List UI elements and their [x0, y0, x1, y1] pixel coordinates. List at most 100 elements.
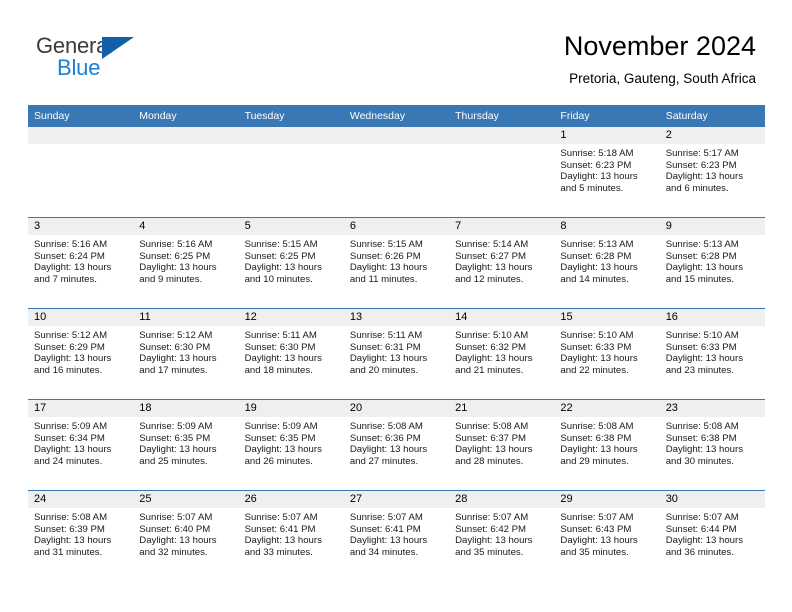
daylight-text-line1: Daylight: 13 hours [349, 262, 428, 274]
daylight-text-line1: Daylight: 13 hours [560, 171, 638, 183]
weekday-header-tuesday: Tuesday [238, 105, 344, 127]
weekday-header-thursday: Thursday [449, 105, 555, 127]
calendar-day-cell[interactable]: 25 Sunrise: 5:07 AM Sunset: 6:40 PM Dayl… [133, 490, 239, 581]
daylight-text-line1: Daylight: 13 hours [560, 535, 638, 547]
day-details [239, 144, 344, 148]
sunrise-text: Sunrise: 5:10 AM [560, 330, 634, 341]
calendar-day-cell[interactable]: 18 Sunrise: 5:09 AM Sunset: 6:35 PM Dayl… [133, 399, 239, 491]
sunrise-text: Sunrise: 5:09 AM [34, 421, 108, 432]
sunrise-text: Sunrise: 5:13 AM [560, 239, 634, 250]
calendar-body: 1 Sunrise: 5:18 AM Sunset: 6:23 PM Dayli… [28, 127, 765, 581]
day-number: 26 [238, 491, 344, 508]
calendar-day-cell[interactable]: 6 Sunrise: 5:15 AM Sunset: 6:26 PM Dayli… [343, 217, 450, 309]
sunrise-text: Sunrise: 5:07 AM [139, 512, 213, 523]
calendar-day-cell[interactable]: 2 Sunrise: 5:17 AM Sunset: 6:23 PM Dayli… [659, 127, 765, 218]
day-number: 24 [28, 491, 134, 508]
calendar-day-cell[interactable]: 11 Sunrise: 5:12 AM Sunset: 6:30 PM Dayl… [133, 308, 239, 400]
day-details [133, 144, 238, 148]
calendar-day-cell[interactable]: 13 Sunrise: 5:11 AM Sunset: 6:31 PM Dayl… [343, 308, 450, 400]
day-number: 19 [238, 400, 344, 417]
calendar-day-cell[interactable]: 27 Sunrise: 5:07 AM Sunset: 6:41 PM Dayl… [343, 490, 450, 581]
calendar-day-cell[interactable]: 28 Sunrise: 5:07 AM Sunset: 6:42 PM Dayl… [449, 490, 555, 581]
sunset-text: Sunset: 6:28 PM [665, 250, 737, 262]
calendar-day-cell[interactable]: 15 Sunrise: 5:10 AM Sunset: 6:33 PM Dayl… [554, 308, 660, 400]
sunset-text: Sunset: 6:38 PM [665, 432, 737, 444]
day-number: 8 [554, 218, 660, 235]
daylight-text-line2: and 26 minutes. [244, 455, 313, 467]
sunrise-text: Sunrise: 5:15 AM [349, 239, 423, 250]
calendar-day-cell[interactable]: 5 Sunrise: 5:15 AM Sunset: 6:25 PM Dayli… [238, 217, 344, 309]
calendar-day-cell[interactable]: 3 Sunrise: 5:16 AM Sunset: 6:24 PM Dayli… [28, 217, 134, 309]
calendar-day-cell[interactable]: 21 Sunrise: 5:08 AM Sunset: 6:37 PM Dayl… [449, 399, 555, 491]
daylight-text-line2: and 10 minutes. [244, 273, 313, 285]
daylight-text-line2: and 35 minutes. [560, 546, 629, 558]
calendar-day-cell[interactable]: 26 Sunrise: 5:07 AM Sunset: 6:41 PM Dayl… [238, 490, 344, 581]
calendar-day-cell[interactable] [238, 127, 344, 218]
calendar-day-cell[interactable]: 24 Sunrise: 5:08 AM Sunset: 6:39 PM Dayl… [28, 490, 134, 581]
calendar-day-cell[interactable]: 19 Sunrise: 5:09 AM Sunset: 6:35 PM Dayl… [238, 399, 344, 491]
sunset-text: Sunset: 6:30 PM [139, 341, 211, 353]
daylight-text-line2: and 6 minutes. [665, 182, 729, 194]
calendar-day-cell[interactable]: 1 Sunrise: 5:18 AM Sunset: 6:23 PM Dayli… [554, 127, 660, 218]
calendar-day-cell[interactable]: 29 Sunrise: 5:07 AM Sunset: 6:43 PM Dayl… [554, 490, 660, 581]
sunset-text: Sunset: 6:41 PM [244, 523, 316, 535]
sunset-text: Sunset: 6:31 PM [349, 341, 421, 353]
calendar-day-cell[interactable] [28, 127, 134, 218]
general-blue-logo[interactable]: General Blue [36, 33, 166, 83]
calendar-day-cell[interactable]: 8 Sunrise: 5:13 AM Sunset: 6:28 PM Dayli… [554, 217, 660, 309]
sunset-text: Sunset: 6:23 PM [560, 159, 632, 171]
calendar-week-row: 3 Sunrise: 5:16 AM Sunset: 6:24 PM Dayli… [28, 217, 765, 309]
day-details: Sunrise: 5:12 AM Sunset: 6:29 PM Dayligh… [28, 326, 133, 376]
sunrise-text: Sunrise: 5:07 AM [244, 512, 318, 523]
daylight-text-line2: and 20 minutes. [349, 364, 419, 376]
day-details: Sunrise: 5:07 AM Sunset: 6:41 PM Dayligh… [239, 508, 344, 558]
sunrise-text: Sunrise: 5:16 AM [139, 239, 213, 250]
daylight-text-line2: and 15 minutes. [665, 273, 734, 285]
day-number: 15 [554, 309, 660, 326]
day-details: Sunrise: 5:08 AM Sunset: 6:39 PM Dayligh… [28, 508, 133, 558]
calendar-day-cell[interactable] [449, 127, 555, 218]
calendar-day-cell[interactable]: 10 Sunrise: 5:12 AM Sunset: 6:29 PM Dayl… [28, 308, 134, 400]
calendar-day-cell[interactable]: 30 Sunrise: 5:07 AM Sunset: 6:44 PM Dayl… [659, 490, 765, 581]
day-number: 10 [28, 309, 134, 326]
weekday-header-monday: Monday [133, 105, 239, 127]
weekday-header-wednesday: Wednesday [343, 105, 450, 127]
daylight-text-line2: and 11 minutes. [349, 273, 418, 285]
sunrise-text: Sunrise: 5:12 AM [139, 330, 213, 341]
sunrise-text: Sunrise: 5:08 AM [349, 421, 423, 432]
day-details: Sunrise: 5:11 AM Sunset: 6:30 PM Dayligh… [239, 326, 344, 376]
day-number: 5 [238, 218, 344, 235]
calendar-day-cell[interactable]: 23 Sunrise: 5:08 AM Sunset: 6:38 PM Dayl… [659, 399, 765, 491]
calendar-day-cell[interactable]: 14 Sunrise: 5:10 AM Sunset: 6:32 PM Dayl… [449, 308, 555, 400]
daylight-text-line1: Daylight: 13 hours [244, 262, 322, 274]
sunrise-text: Sunrise: 5:14 AM [455, 239, 529, 250]
calendar-day-cell[interactable]: 17 Sunrise: 5:09 AM Sunset: 6:34 PM Dayl… [28, 399, 134, 491]
page-subtitle: Pretoria, Gauteng, South Africa [569, 71, 756, 86]
daylight-text-line1: Daylight: 13 hours [560, 262, 638, 274]
weekday-header-saturday: Saturday [659, 105, 765, 127]
day-details: Sunrise: 5:07 AM Sunset: 6:43 PM Dayligh… [554, 508, 659, 558]
daylight-text-line1: Daylight: 13 hours [665, 353, 744, 365]
calendar-day-cell[interactable]: 22 Sunrise: 5:08 AM Sunset: 6:38 PM Dayl… [554, 399, 660, 491]
daylight-text-line2: and 27 minutes. [349, 455, 419, 467]
day-number: 9 [659, 218, 765, 235]
sunrise-text: Sunrise: 5:08 AM [665, 421, 739, 432]
calendar-day-cell[interactable]: 20 Sunrise: 5:08 AM Sunset: 6:36 PM Dayl… [343, 399, 450, 491]
calendar-day-cell[interactable] [133, 127, 239, 218]
day-details [28, 144, 133, 148]
day-details: Sunrise: 5:08 AM Sunset: 6:37 PM Dayligh… [449, 417, 554, 467]
calendar-day-cell[interactable]: 16 Sunrise: 5:10 AM Sunset: 6:33 PM Dayl… [659, 308, 765, 400]
calendar-day-cell[interactable]: 4 Sunrise: 5:16 AM Sunset: 6:25 PM Dayli… [133, 217, 239, 309]
day-number: 17 [28, 400, 134, 417]
daylight-text-line1: Daylight: 13 hours [665, 444, 744, 456]
daylight-text-line2: and 23 minutes. [665, 364, 734, 376]
daylight-text-line2: and 14 minutes. [560, 273, 629, 285]
calendar-day-cell[interactable]: 7 Sunrise: 5:14 AM Sunset: 6:27 PM Dayli… [449, 217, 555, 309]
daylight-text-line1: Daylight: 13 hours [455, 535, 533, 547]
calendar-day-cell[interactable]: 9 Sunrise: 5:13 AM Sunset: 6:28 PM Dayli… [659, 217, 765, 309]
calendar-day-cell[interactable]: 12 Sunrise: 5:11 AM Sunset: 6:30 PM Dayl… [238, 308, 344, 400]
day-number: 16 [659, 309, 765, 326]
sunset-text: Sunset: 6:44 PM [665, 523, 737, 535]
sunset-text: Sunset: 6:35 PM [139, 432, 211, 444]
calendar-day-cell[interactable] [343, 127, 450, 218]
